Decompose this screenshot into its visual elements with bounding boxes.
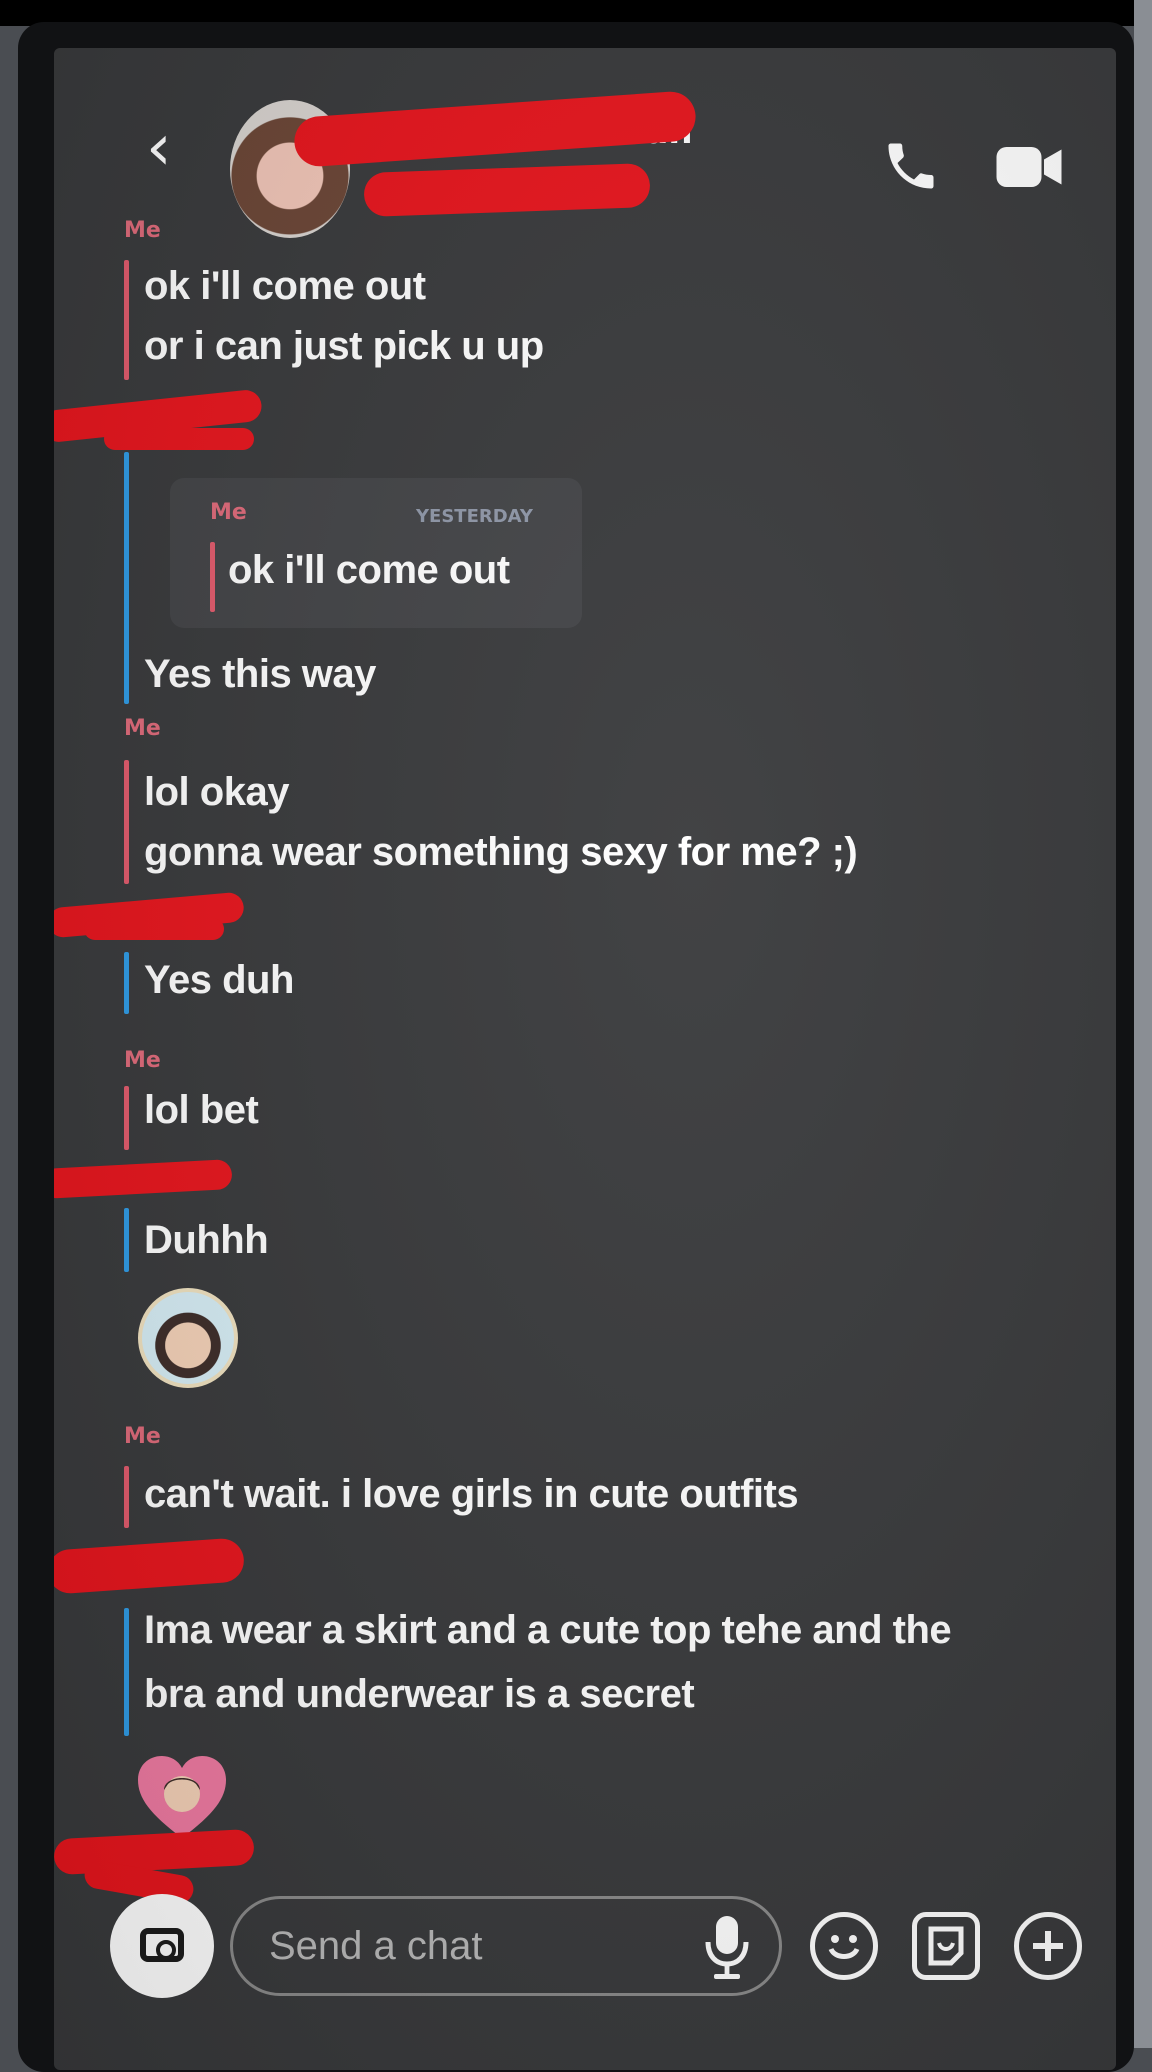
- camera-icon: [140, 1928, 184, 1962]
- redaction-mark: [363, 163, 651, 217]
- message-text[interactable]: lol okay: [144, 770, 289, 815]
- sender-label: Me: [124, 1424, 161, 1449]
- quoted-message[interactable]: Me YESTERDAY ok i'll come out: [170, 478, 582, 628]
- message-bar: [124, 452, 129, 704]
- message-text[interactable]: Ima wear a skirt and a cute top tehe and…: [144, 1608, 952, 1653]
- sender-label: Me: [124, 1048, 161, 1073]
- message-text[interactable]: Yes this way: [144, 652, 376, 697]
- message-bar: [124, 1608, 129, 1736]
- redaction-mark: [54, 1537, 246, 1595]
- video-call-icon[interactable]: [994, 142, 1064, 192]
- plus-icon[interactable]: [1014, 1912, 1082, 1980]
- redaction-mark: [84, 918, 224, 940]
- message-text[interactable]: lol bet: [144, 1088, 259, 1133]
- message-text[interactable]: can't wait. i love girls in cute outfits: [144, 1472, 799, 1517]
- quote-bar: [210, 542, 215, 612]
- sticker-icon[interactable]: [912, 1912, 980, 1980]
- message-bar: [124, 1208, 129, 1272]
- call-icon[interactable]: [876, 136, 946, 206]
- message-bar: [124, 952, 129, 1014]
- background-edge: [1134, 0, 1152, 2048]
- chat-screen: ‹ man 1m Me ok i'll come out or i can ju…: [54, 48, 1116, 2070]
- camera-button[interactable]: [110, 1894, 214, 1998]
- back-icon[interactable]: ‹: [146, 116, 186, 180]
- message-text[interactable]: ok i'll come out: [144, 264, 426, 309]
- redaction-mark: [104, 428, 254, 450]
- message-bar: [124, 760, 129, 884]
- emoji-icon[interactable]: [810, 1912, 878, 1980]
- phone-frame: ‹ man 1m Me ok i'll come out or i can ju…: [18, 22, 1134, 2072]
- sender-label: Me: [124, 716, 161, 741]
- quote-sender: Me: [210, 500, 247, 525]
- quote-date: YESTERDAY: [416, 506, 533, 527]
- redaction-mark: [54, 1159, 233, 1199]
- chat-input[interactable]: [230, 1896, 782, 1996]
- sender-label: Me: [124, 218, 161, 243]
- bitmoji-sticker[interactable]: [138, 1288, 238, 1388]
- message-text[interactable]: Duhhh: [144, 1218, 269, 1263]
- microphone-icon[interactable]: [704, 1914, 750, 1980]
- message-text[interactable]: or i can just pick u up: [144, 324, 544, 369]
- message-text[interactable]: bra and underwear is a secret: [144, 1672, 695, 1717]
- message-bar: [124, 1466, 129, 1528]
- message-text[interactable]: gonna wear something sexy for me? ;): [144, 830, 858, 875]
- message-bar: [124, 260, 129, 380]
- message-bar: [124, 1086, 129, 1150]
- message-text[interactable]: Yes duh: [144, 958, 294, 1003]
- quote-text: ok i'll come out: [228, 548, 510, 592]
- redaction-mark: [54, 1828, 255, 1876]
